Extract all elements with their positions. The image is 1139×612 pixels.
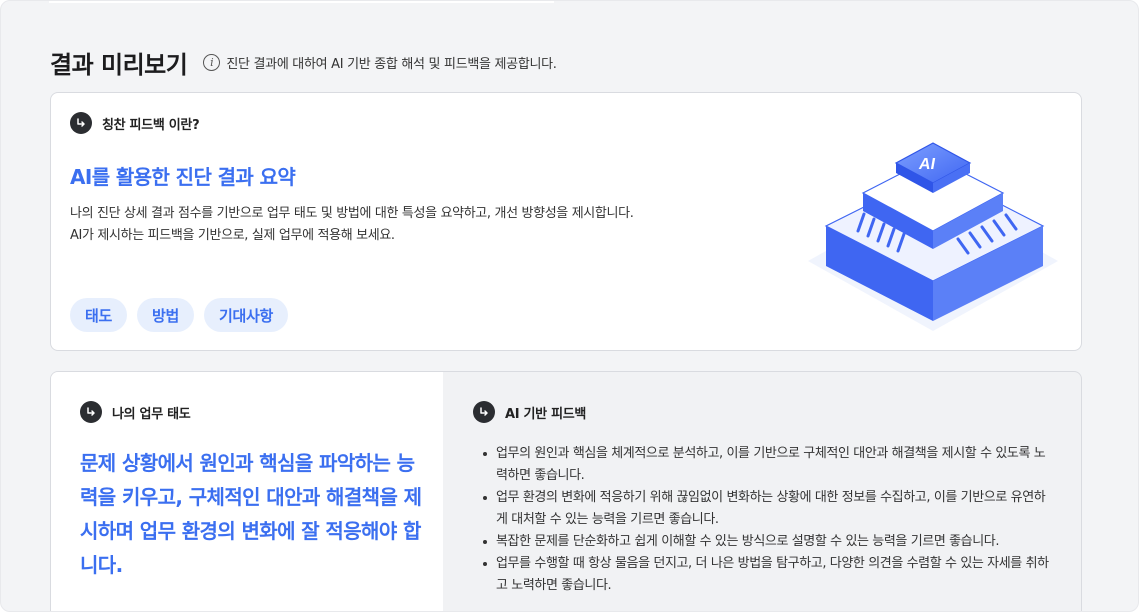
info-circle-icon[interactable]: i	[203, 54, 221, 71]
page-description: 진단 결과에 대하여 AI 기반 종합 해석 및 피드백을 제공합니다.	[226, 57, 557, 72]
intro-body-line: AI가 제시하는 피드백을 기반으로, 실제 업무에 적용해 보세요.	[70, 228, 395, 243]
attitude-panel: 나의 업무 태도 문제 상황에서 원인과 핵심을 파악하는 능력을 키우고, 구…	[51, 372, 443, 611]
intro-label: 칭찬 피드백 이란?	[102, 117, 200, 133]
intro-card: 칭찬 피드백 이란? AI를 활용한 진단 결과 요약 나의 진단 상세 결과 …	[50, 92, 1082, 351]
chip-attitude[interactable]: 태도	[70, 298, 128, 332]
intro-body: 나의 진단 상세 결과 점수를 기반으로 업무 태도 및 방법에 대한 특성을 …	[70, 203, 634, 247]
attitude-summary: 문제 상황에서 원인과 핵심을 파악하는 능력을 키우고, 구체적인 대안과 해…	[80, 451, 422, 577]
chip-expectations[interactable]: 기대사항	[204, 298, 289, 332]
feedback-item: 업무 환경의 변화에 적응하기 위해 끊임없이 변화하는 상황에 대한 정보를 …	[483, 487, 1053, 531]
chip-method[interactable]: 방법	[137, 298, 195, 332]
page-header: 결과 미리보기 i 진단 결과에 대하여 AI 기반 종합 해석 및 피드백을 …	[50, 45, 557, 80]
result-card: 나의 업무 태도 문제 상황에서 원인과 핵심을 파악하는 능력을 키우고, 구…	[50, 371, 1082, 611]
result-preview-page: 결과 미리보기 i 진단 결과에 대하여 AI 기반 종합 해석 및 피드백을 …	[0, 0, 1139, 612]
ai-feedback-panel: AI 기반 피드백 업무의 원인과 핵심을 체계적으로 분석하고, 이를 기반으…	[443, 372, 1081, 611]
return-arrow-icon	[70, 112, 92, 134]
category-chips: 태도 방법 기대사항	[70, 298, 289, 332]
ai-chip-illustration: AI	[808, 142, 1058, 331]
attitude-label: 나의 업무 태도	[112, 406, 191, 422]
intro-body-line: 나의 진단 상세 결과 점수를 기반으로 업무 태도 및 방법에 대한 특성을 …	[70, 206, 634, 221]
top-divider	[49, 1, 554, 3]
illustration-ai-text: AI	[918, 155, 937, 173]
feedback-item: 복잡한 문제를 단순화하고 쉽게 이해할 수 있는 방식으로 설명할 수 있는 …	[483, 531, 1053, 553]
return-arrow-icon	[473, 401, 495, 423]
intro-heading: AI를 활용한 진단 결과 요약	[70, 165, 296, 189]
attitude-label-row: 나의 업무 태도	[80, 401, 191, 423]
feedback-label-row: AI 기반 피드백	[473, 401, 586, 423]
feedback-label: AI 기반 피드백	[505, 406, 587, 422]
feedback-item: 업무의 원인과 핵심을 체계적으로 분석하고, 이를 기반으로 구체적인 대안과…	[483, 443, 1053, 487]
intro-label-row: 칭찬 피드백 이란?	[70, 112, 200, 134]
page-title: 결과 미리보기	[50, 51, 188, 79]
return-arrow-icon	[80, 401, 102, 423]
feedback-list: 업무의 원인과 핵심을 체계적으로 분석하고, 이를 기반으로 구체적인 대안과…	[483, 443, 1053, 597]
feedback-item: 업무를 수행할 때 항상 물음을 던지고, 더 나은 방법을 탐구하고, 다양한…	[483, 553, 1053, 597]
